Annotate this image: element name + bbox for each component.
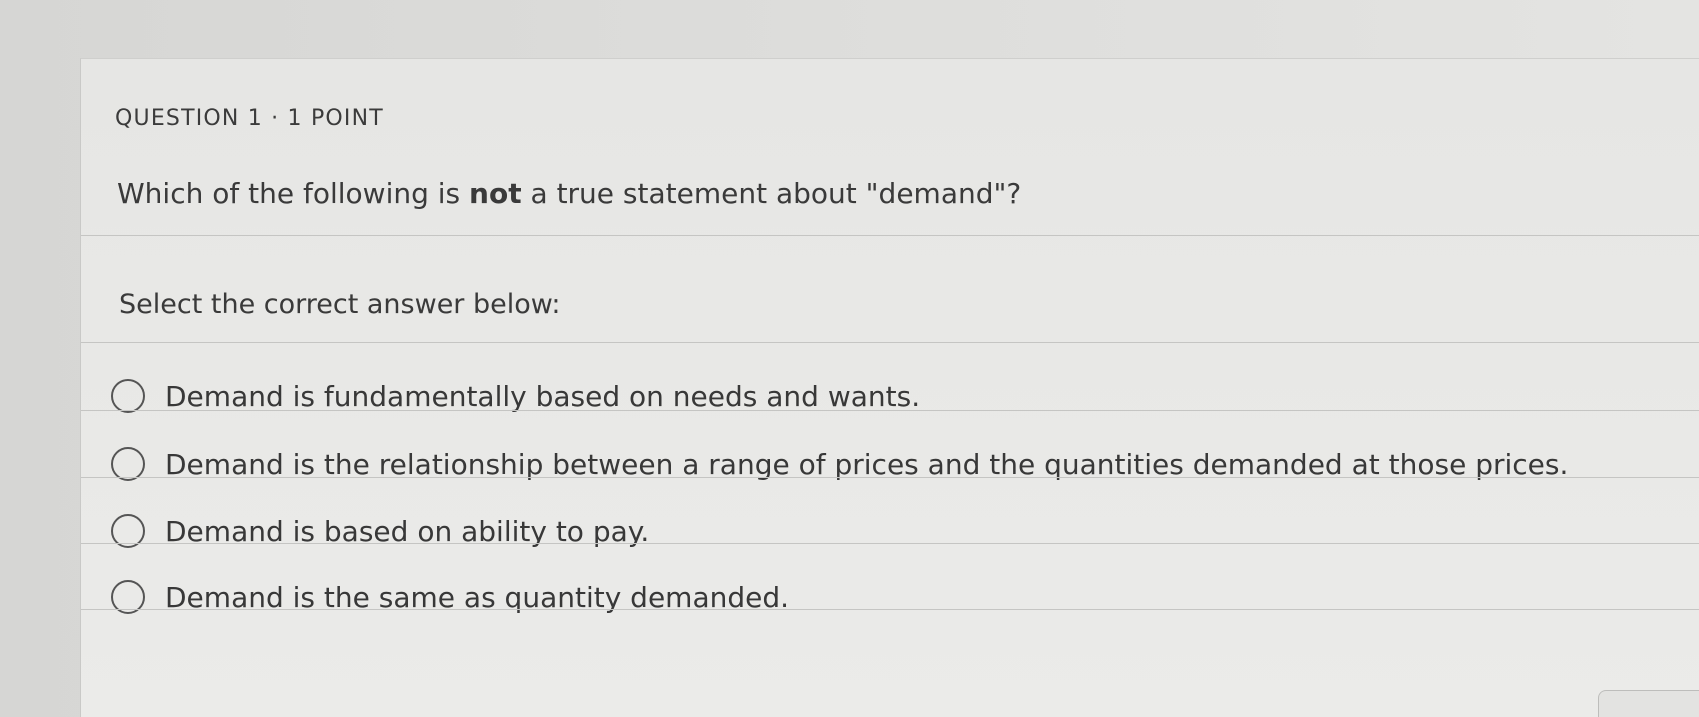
- question-header: QUESTION 1 · 1 POINT: [115, 106, 384, 131]
- question-card: QUESTION 1 · 1 POINT Which of the follow…: [80, 58, 1699, 717]
- question-text-before: Which of the following is: [117, 177, 470, 210]
- divider: [81, 609, 1699, 610]
- divider: [81, 235, 1699, 236]
- divider: [81, 477, 1699, 478]
- answer-choice-3[interactable]: Demand is based on ability to pay.: [111, 505, 1691, 557]
- partial-submit-button[interactable]: [1598, 690, 1699, 717]
- radio-button-icon[interactable]: [111, 379, 145, 413]
- divider: [81, 410, 1699, 411]
- question-text-emphasis: not: [469, 177, 522, 210]
- radio-button-icon[interactable]: [111, 447, 145, 481]
- answer-instruction: Select the correct answer below:: [119, 289, 561, 320]
- divider: [81, 543, 1699, 544]
- answer-choice-label[interactable]: Demand is the relationship between a ran…: [165, 448, 1568, 481]
- answer-choice-1[interactable]: Demand is fundamentally based on needs a…: [111, 370, 1691, 422]
- question-text-after: a true statement about "demand"?: [521, 177, 1022, 210]
- question-prompt: Which of the following is not a true sta…: [117, 177, 1021, 210]
- divider: [81, 342, 1699, 343]
- answer-choice-label[interactable]: Demand is fundamentally based on needs a…: [165, 380, 920, 413]
- answer-choice-4[interactable]: Demand is the same as quantity demanded.: [111, 571, 1691, 623]
- answer-choice-2[interactable]: Demand is the relationship between a ran…: [111, 438, 1691, 490]
